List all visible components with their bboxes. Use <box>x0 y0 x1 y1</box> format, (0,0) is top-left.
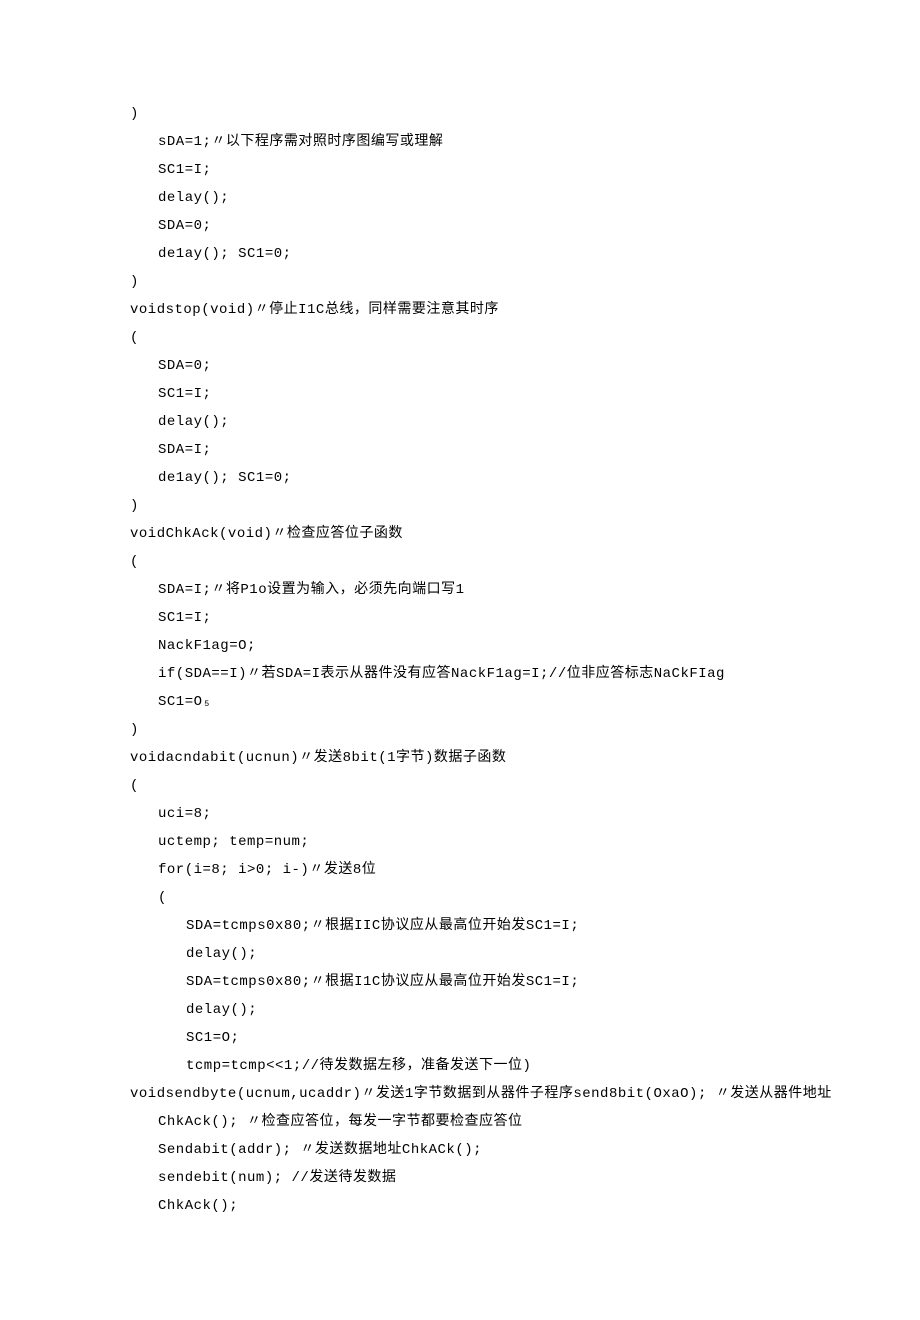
code-line: SDA=tcmps0x80;〃根据IIC协议应从最高位开始发SC1=I; <box>130 912 790 940</box>
code-line: voidstop(void)〃停止I1C总线，同样需要注意其时序 <box>130 296 790 324</box>
code-line: voidChkAck(void)〃检查应答位子函数 <box>130 520 790 548</box>
code-line: SDA=0; <box>130 212 790 240</box>
code-line: ) <box>130 492 790 520</box>
code-line: sendebit(num); //发送待发数据 <box>130 1164 790 1192</box>
code-line: delay(); <box>130 408 790 436</box>
code-line: SC1=O; <box>130 1024 790 1052</box>
code-line: delay(); <box>130 940 790 968</box>
code-line: delay(); <box>130 184 790 212</box>
code-line: SC1=I; <box>130 604 790 632</box>
code-line: ) <box>130 100 790 128</box>
code-line: uctemp; temp=num; <box>130 828 790 856</box>
code-line: SC1=I; <box>130 380 790 408</box>
code-line: ChkAck(); <box>130 1192 790 1220</box>
code-line: SC1=I; <box>130 156 790 184</box>
code-line: ( <box>130 884 790 912</box>
code-line: de1ay(); SC1=0; <box>130 240 790 268</box>
code-line: SDA=I;〃将P1o设置为输入，必须先向端口写1 <box>130 576 790 604</box>
code-line: ChkAck(); 〃检查应答位，每发一字节都要检查应答位 <box>130 1108 790 1136</box>
code-line: if(SDA==I)〃若SDA=I表示从器件没有应答NackF1ag=I;//位… <box>130 660 790 688</box>
code-line: ) <box>130 268 790 296</box>
code-line: SDA=tcmps0x80;〃根据I1C协议应从最高位开始发SC1=I; <box>130 968 790 996</box>
code-line: ( <box>130 772 790 800</box>
code-line: SDA=I; <box>130 436 790 464</box>
code-line: ) <box>130 716 790 744</box>
code-line: de1ay(); SC1=0; <box>130 464 790 492</box>
code-line: NackF1ag=O; <box>130 632 790 660</box>
code-line: uci=8; <box>130 800 790 828</box>
code-line: sDA=1;〃以下程序需对照时序图编写或理解 <box>130 128 790 156</box>
code-line: voidsendbyte(ucnum,ucaddr)〃发送1字节数据到从器件子程… <box>130 1080 790 1108</box>
code-line: Sendabit(addr); 〃发送数据地址ChkACk(); <box>130 1136 790 1164</box>
code-line: SC1=O₅ <box>130 688 790 716</box>
code-line: ( <box>130 548 790 576</box>
code-block: ) sDA=1;〃以下程序需对照时序图编写或理解 SC1=I; delay();… <box>130 100 790 1220</box>
code-line: for(i=8; i>0; i-)〃发送8位 <box>130 856 790 884</box>
code-document: ) sDA=1;〃以下程序需对照时序图编写或理解 SC1=I; delay();… <box>0 0 920 1320</box>
code-line: voidacndabit(ucnun)〃发送8bit(1字节)数据子函数 <box>130 744 790 772</box>
code-line: tcmp=tcmp<<1;//待发数据左移，准备发送下一位) <box>130 1052 790 1080</box>
code-line: delay(); <box>130 996 790 1024</box>
code-line: SDA=0; <box>130 352 790 380</box>
code-line: ( <box>130 324 790 352</box>
